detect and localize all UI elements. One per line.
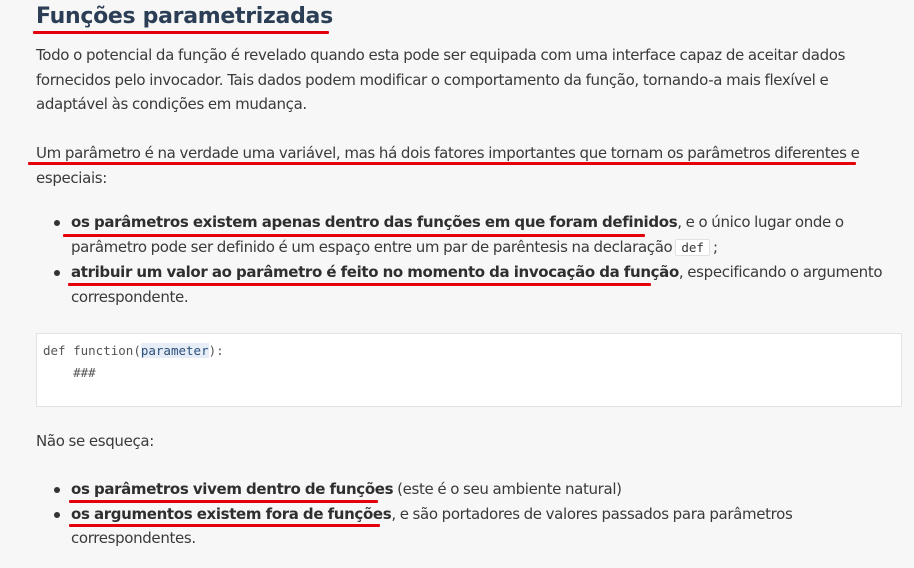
parameter-paragraph: Um parâmetro é na verdade uma variável, …	[36, 144, 860, 187]
fact-2-underline	[68, 283, 651, 286]
code-body: ###	[73, 365, 96, 380]
reminder-bold-text: os parâmetros vivem dentro de funções	[71, 480, 394, 498]
reminder-1-underline	[69, 500, 378, 503]
reminder-label: Não se esqueça:	[36, 432, 154, 450]
fact-bold-text: atribuir um valor ao parâmetro é feito n…	[71, 263, 679, 281]
bullet-icon	[54, 487, 60, 493]
fact-tail: ;	[712, 237, 718, 256]
fact-1-underline	[63, 234, 645, 237]
reminder-2-underline	[69, 524, 380, 527]
page-title: Funções parametrizadas	[36, 4, 333, 29]
inline-code-def: def	[675, 238, 710, 256]
reminder-text: (este é o seu ambiente natural)	[393, 480, 622, 498]
paragraph-underline	[28, 162, 856, 165]
lesson-page: Funções parametrizadas Todo o potencial …	[0, 0, 914, 568]
fact-bold-text: os parâmetros existem apenas dentro das …	[71, 213, 678, 231]
code-close: ):	[208, 343, 224, 358]
intro-paragraph: Todo o potencial da função é revelado qu…	[36, 46, 846, 113]
bullet-icon	[54, 270, 60, 276]
bullet-icon	[54, 511, 60, 518]
reminders-list: os parâmetros vivem dentro de funções (e…	[36, 477, 902, 551]
list-item: os parâmetros vivem dentro de funções (e…	[36, 477, 902, 502]
code-parameter: parameter	[140, 343, 209, 358]
bullet-icon	[54, 220, 60, 226]
title-underline	[33, 31, 329, 34]
parameter-facts-list: os parâmetros existem apenas dentro das …	[36, 210, 902, 309]
code-block: def function(parameter): ###	[36, 333, 902, 407]
code-open-paren: (	[133, 343, 141, 358]
reminder-bold-text: os argumentos existem fora de funções	[71, 504, 392, 523]
code-function-name: function	[73, 343, 134, 358]
code-keyword: def	[43, 343, 66, 358]
